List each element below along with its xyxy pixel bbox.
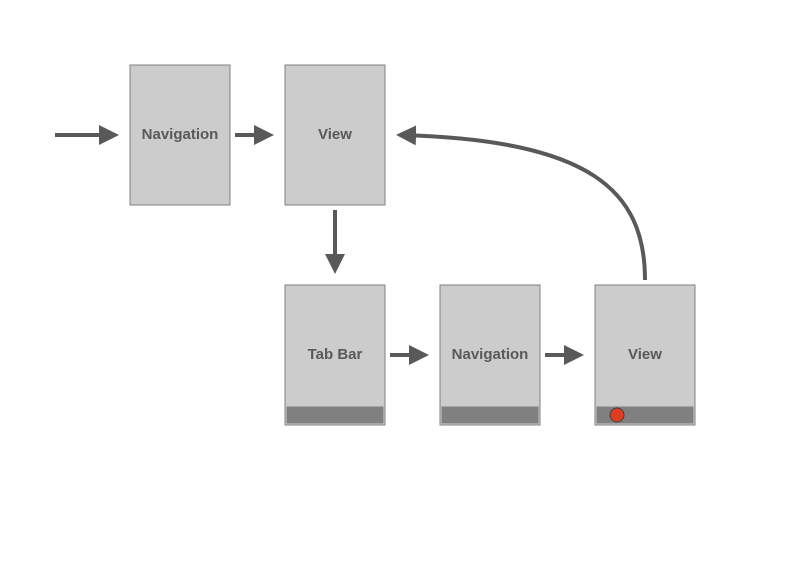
node-view-bottom-label: View bbox=[628, 346, 662, 363]
node-view-top: View bbox=[285, 65, 385, 205]
node-tab-bar-label: Tab Bar bbox=[308, 346, 363, 363]
node-view-top-label: View bbox=[318, 126, 352, 143]
node-navigation-bottom-label: Navigation bbox=[452, 346, 529, 363]
active-tab-indicator-icon bbox=[610, 408, 624, 422]
flow-diagram: Navigation View Tab Bar Navigation View bbox=[0, 0, 800, 568]
node-navigation-bottom: Navigation bbox=[440, 285, 540, 425]
arrow-view-bottom-back-to-view-top bbox=[400, 135, 645, 280]
node-tab-bar: Tab Bar bbox=[285, 285, 385, 425]
node-navigation-top: Navigation bbox=[130, 65, 230, 205]
node-view-bottom: View bbox=[595, 285, 695, 425]
node-navigation-top-label: Navigation bbox=[142, 126, 219, 143]
